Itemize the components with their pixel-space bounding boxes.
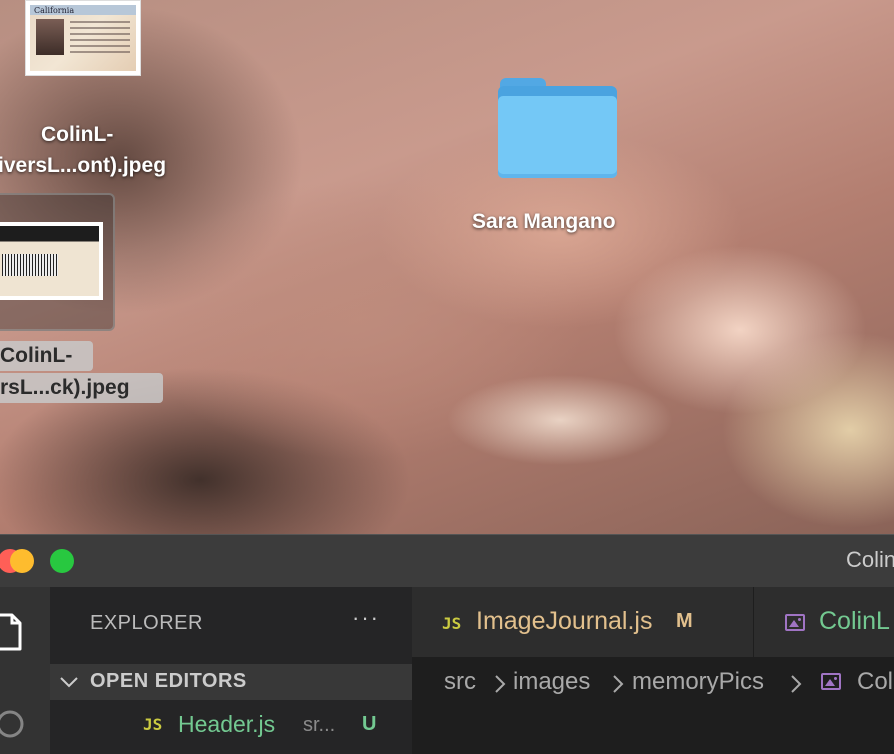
- chevron-right-icon: [495, 675, 506, 693]
- zoom-button[interactable]: [50, 549, 74, 573]
- tab-label: ColinL: [819, 607, 890, 635]
- card-state-title: California: [34, 6, 75, 15]
- tab-colinl-image[interactable]: ColinL: [754, 587, 894, 657]
- card-text-lines: [70, 21, 130, 57]
- vscode-window: Colin EXPLORER ··· OPEN EDITORS JS Heade…: [0, 534, 894, 754]
- search-icon[interactable]: [0, 708, 26, 740]
- window-title: Colin: [846, 547, 894, 572]
- license-back-image: [0, 226, 99, 296]
- license-back-thumbnail[interactable]: [0, 222, 103, 300]
- js-file-icon: JS: [143, 715, 163, 734]
- selected-item-label-line2[interactable]: rsL...ck).jpeg: [0, 373, 163, 403]
- chevron-down-icon: [60, 677, 78, 688]
- breadcrumb-memorypics[interactable]: memoryPics: [632, 668, 764, 696]
- card-barcode: [2, 254, 58, 276]
- open-editor-item[interactable]: JS Header.js sr... U: [50, 707, 412, 743]
- explorer-sidebar: EXPLORER ··· OPEN EDITORS JS Header.js s…: [50, 587, 412, 754]
- breadcrumb-src[interactable]: src: [444, 668, 476, 696]
- files-icon[interactable]: [0, 611, 24, 651]
- desktop-item-label-line1[interactable]: ColinL-: [41, 119, 113, 150]
- desktop: California ColinL- iversL...ont).jpeg Co…: [0, 0, 894, 534]
- activity-bar: [0, 587, 50, 754]
- file-name: Header.js: [178, 711, 276, 737]
- chevron-right-icon: [613, 675, 624, 693]
- more-actions-button[interactable]: ···: [352, 605, 380, 631]
- tab-label: ImageJournal.js: [476, 607, 653, 635]
- image-icon: [785, 614, 805, 631]
- file-path: sr...: [303, 714, 336, 736]
- breadcrumb: src images memoryPics Col: [412, 657, 894, 707]
- editor-area: JS ImageJournal.js M ColinL src images m…: [412, 587, 894, 754]
- open-editors-section[interactable]: OPEN EDITORS: [50, 664, 412, 700]
- folder-icon[interactable]: [498, 78, 618, 178]
- selected-item-label-line1[interactable]: ColinL-: [0, 341, 93, 371]
- image-icon: [821, 673, 841, 690]
- card-photo: [36, 19, 64, 55]
- folder-label[interactable]: Sara Mangano: [472, 206, 616, 237]
- git-status-badge: U: [362, 713, 377, 735]
- chevron-right-icon: [791, 675, 802, 693]
- tab-imagejournal[interactable]: JS ImageJournal.js M: [412, 587, 754, 657]
- breadcrumb-images[interactable]: images: [513, 668, 590, 696]
- license-front-image: California: [30, 5, 136, 71]
- editor-tabs: JS ImageJournal.js M ColinL: [412, 587, 894, 657]
- license-front-thumbnail[interactable]: California: [25, 0, 141, 76]
- open-editors-label: OPEN EDITORS: [90, 670, 247, 692]
- explorer-header: EXPLORER: [90, 612, 203, 634]
- breadcrumb-file[interactable]: Col: [857, 668, 893, 696]
- js-file-icon: JS: [442, 614, 462, 633]
- title-bar: Colin: [0, 534, 894, 587]
- minimize-button[interactable]: [10, 549, 34, 573]
- git-status-badge: M: [676, 610, 693, 632]
- desktop-item-label-line2[interactable]: iversL...ont).jpeg: [0, 150, 166, 181]
